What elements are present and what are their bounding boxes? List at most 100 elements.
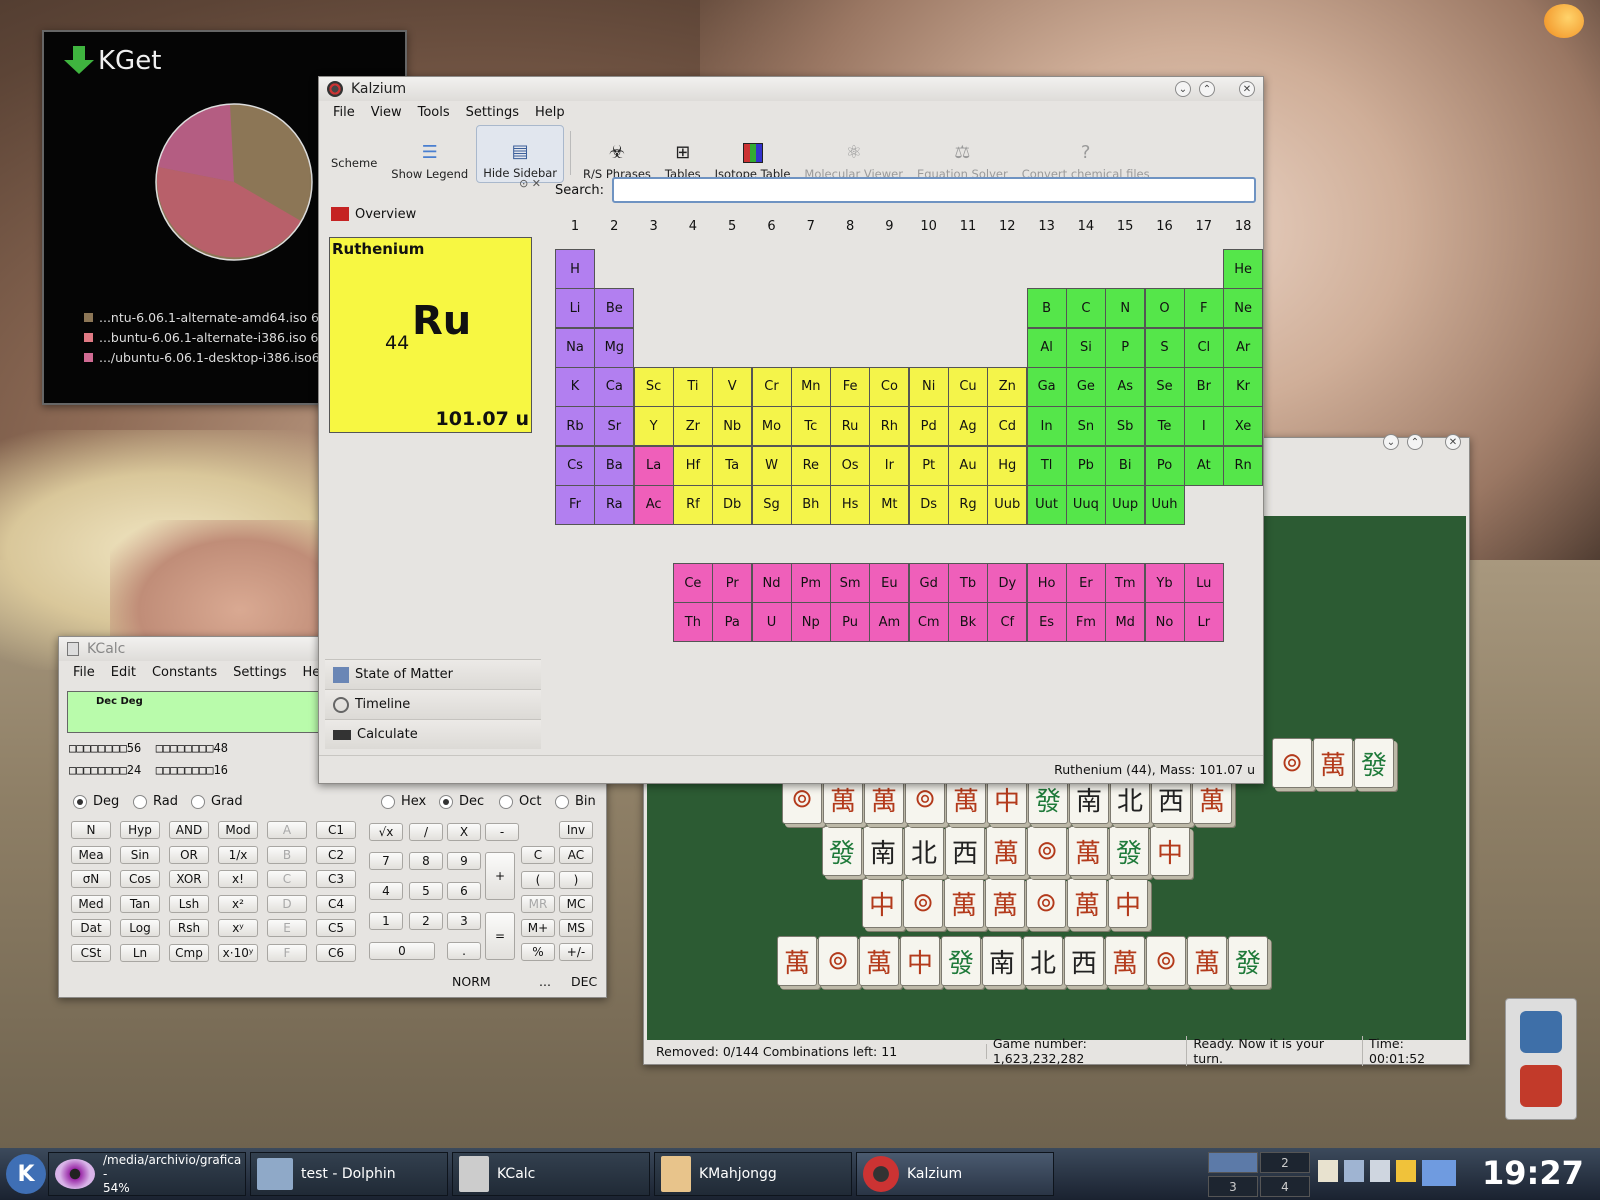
key-mx[interactable]: M+ (521, 919, 555, 937)
element-tb[interactable]: Tb (948, 563, 988, 603)
key-xx[interactable]: x! (218, 870, 258, 889)
element-cf[interactable]: Cf (987, 602, 1028, 643)
pager-desktop-2[interactable]: 2 (1260, 1152, 1310, 1173)
maximize-button[interactable]: ⌃ (1199, 81, 1215, 97)
element-ge[interactable]: Ge (1065, 366, 1106, 407)
key-c5[interactable]: C5 (316, 919, 356, 938)
mahjong-tile[interactable]: 萬 (986, 826, 1026, 876)
element-re[interactable]: Re (790, 445, 831, 486)
element-pa[interactable]: Pa (712, 602, 753, 643)
element-uup[interactable]: Uup (1105, 484, 1146, 525)
mahjong-tile[interactable]: 發 (1354, 738, 1394, 788)
key-4[interactable]: 4 (369, 882, 403, 900)
mahjong-tile[interactable]: 南 (863, 826, 903, 876)
mahjong-tile[interactable]: 萬 (944, 878, 984, 928)
show-legend-button[interactable]: ☰ Show Legend (385, 125, 474, 183)
mahjong-tile[interactable]: 發 (822, 826, 862, 876)
element-ne[interactable]: Ne (1223, 288, 1264, 329)
element-be[interactable]: Be (594, 288, 635, 329)
key-and[interactable]: AND (169, 821, 209, 839)
mahjong-tile[interactable]: ⊚ (1272, 738, 1312, 788)
updates-icon[interactable] (1396, 1160, 1416, 1182)
element-li[interactable]: Li (555, 288, 595, 329)
search-input[interactable] (612, 177, 1257, 203)
element-er[interactable]: Er (1065, 563, 1106, 603)
mahjong-tile[interactable]: 南 (982, 936, 1022, 986)
element-po[interactable]: Po (1144, 445, 1185, 486)
pager-desktop-4[interactable]: 4 (1260, 1176, 1310, 1197)
element-te[interactable]: Te (1144, 406, 1185, 447)
key-decimal[interactable]: . (447, 942, 481, 960)
element-tl[interactable]: Tl (1026, 445, 1067, 486)
element-sg[interactable]: Sg (751, 484, 792, 525)
mahjong-tile[interactable]: ⊚ (903, 878, 943, 928)
key-5[interactable]: 5 (409, 882, 443, 900)
element-pd[interactable]: Pd (908, 406, 949, 447)
mahjong-tile[interactable]: 萬 (1105, 936, 1145, 986)
element-al[interactable]: Al (1026, 327, 1067, 368)
element-ru[interactable]: Ru (830, 406, 871, 447)
element-cs[interactable]: Cs (555, 445, 595, 486)
element-ga[interactable]: Ga (1026, 366, 1067, 407)
element-cu[interactable]: Cu (948, 366, 988, 407)
menu-settings[interactable]: Settings (225, 665, 294, 680)
element-ac[interactable]: Ac (633, 484, 674, 525)
element-db[interactable]: Db (712, 484, 753, 525)
clock[interactable]: 19:27 (1482, 1154, 1584, 1192)
element-cm[interactable]: Cm (908, 602, 949, 643)
element-sb[interactable]: Sb (1105, 406, 1146, 447)
mahjong-tile[interactable]: 北 (904, 826, 944, 876)
key-b[interactable]: B (267, 845, 307, 864)
element-ho[interactable]: Ho (1026, 563, 1067, 603)
element-fr[interactable]: Fr (555, 484, 595, 525)
element-k[interactable]: K (555, 366, 595, 407)
element-yb[interactable]: Yb (1144, 563, 1185, 603)
element-se[interactable]: Se (1144, 366, 1185, 407)
mahjong-tile[interactable]: ⊚ (1026, 878, 1066, 928)
mahjong-tile[interactable]: 萬 (985, 878, 1025, 928)
element-zn[interactable]: Zn (987, 366, 1028, 407)
task-dolphin[interactable]: test - Dolphin (250, 1152, 448, 1196)
mahjong-tile[interactable]: 萬 (1187, 936, 1227, 986)
key-cmp[interactable]: Cmp (169, 944, 209, 962)
mahjong-tile[interactable]: 西 (1064, 936, 1104, 986)
key-d[interactable]: D (267, 894, 307, 913)
element-v[interactable]: V (712, 366, 753, 407)
key-mc[interactable]: MC (559, 895, 593, 913)
element-h[interactable]: H (555, 249, 595, 289)
key-ln[interactable]: Ln (120, 944, 160, 962)
element-ta[interactable]: Ta (712, 445, 753, 486)
element-as[interactable]: As (1105, 366, 1146, 407)
element-dy[interactable]: Dy (987, 563, 1028, 603)
key-c6[interactable]: C6 (316, 944, 356, 962)
element-he[interactable]: He (1223, 249, 1264, 289)
mahjong-tile[interactable]: 北 (1023, 936, 1063, 986)
pager-desktop-3[interactable]: 3 (1208, 1176, 1258, 1197)
mahjong-tile[interactable]: 萬 (859, 936, 899, 986)
mahjong-tile[interactable]: ⊚ (1146, 936, 1186, 986)
menu-settings[interactable]: Settings (458, 105, 527, 120)
element-s[interactable]: S (1144, 327, 1185, 368)
element-lr[interactable]: Lr (1183, 602, 1224, 643)
key-xxx[interactable]: +/- (559, 943, 593, 961)
key-hyp[interactable]: Hyp (120, 821, 160, 839)
radio-deg[interactable]: Deg (73, 794, 119, 809)
key-inv[interactable]: Inv (559, 821, 593, 839)
element-ba[interactable]: Ba (594, 445, 635, 486)
mahjong-tile[interactable]: 萬 (1068, 826, 1108, 876)
element-sm[interactable]: Sm (830, 563, 871, 603)
clipboard-icon[interactable] (1318, 1160, 1338, 1182)
element-no[interactable]: No (1144, 602, 1185, 643)
element-cr[interactable]: Cr (751, 366, 792, 407)
key-mr[interactable]: MR (521, 895, 555, 913)
element-tm[interactable]: Tm (1105, 563, 1146, 603)
menu-edit[interactable]: Edit (103, 665, 144, 680)
key-mod[interactable]: Mod (218, 821, 258, 839)
key-n[interactable]: N (71, 821, 111, 839)
task-kmahjongg[interactable]: KMahjongg (654, 1152, 852, 1196)
element-fm[interactable]: Fm (1065, 602, 1106, 643)
key-ms[interactable]: MS (559, 919, 593, 937)
logout-icon[interactable] (1520, 1065, 1562, 1107)
element-pt[interactable]: Pt (908, 445, 949, 486)
element-p[interactable]: P (1105, 327, 1146, 368)
